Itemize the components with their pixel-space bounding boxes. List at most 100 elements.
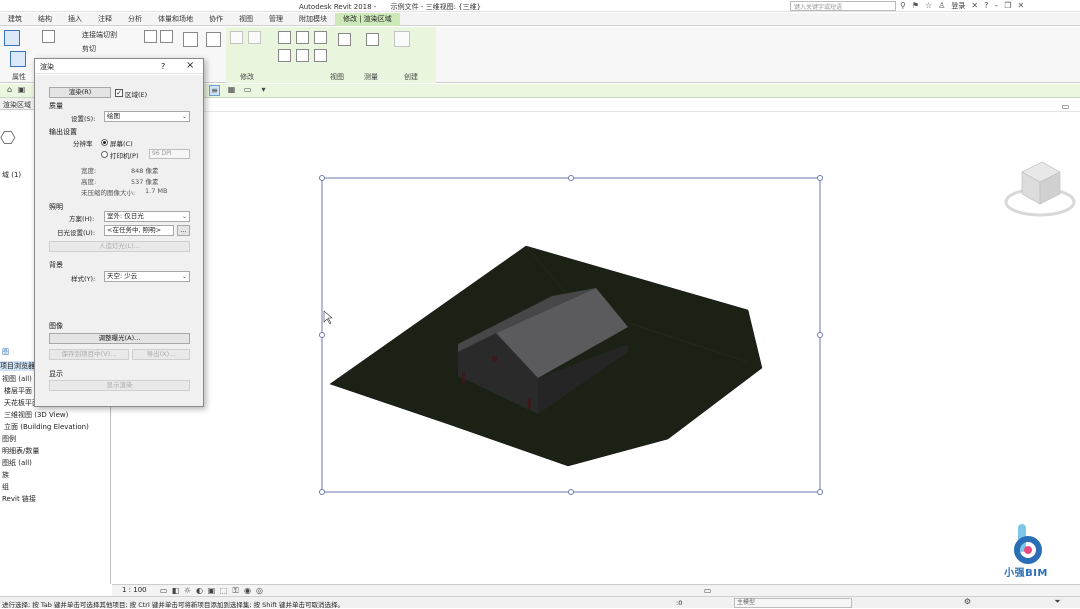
export-button[interactable]: 导出(X)... bbox=[132, 349, 190, 360]
list-view-icon[interactable]: ≡ bbox=[209, 85, 220, 96]
tab-structure[interactable]: 结构 bbox=[30, 14, 60, 24]
tab-modify-render-region[interactable]: 修改 | 渲染区域 bbox=[335, 12, 400, 26]
select-links-icon[interactable]: ⚙ bbox=[962, 597, 973, 608]
region-handle-ml[interactable] bbox=[319, 332, 325, 338]
dialog-body: 渲染(R) ✓ 区域(E) 质量 设置(S): 绘图 ⌄ 输出设置 分辨率 屏幕(… bbox=[35, 75, 203, 406]
region-handle-bl[interactable] bbox=[319, 489, 325, 495]
render-button[interactable]: 渲染(R) bbox=[49, 87, 111, 98]
login-link[interactable]: 登录 bbox=[951, 1, 965, 11]
copy-element-icon[interactable] bbox=[296, 31, 309, 44]
worksets-value[interactable]: :0 bbox=[676, 599, 682, 607]
mirror-icon[interactable] bbox=[230, 31, 243, 44]
tab-view[interactable]: 视图 bbox=[231, 14, 261, 24]
scheme-select-value: 室外: 仅日光 bbox=[107, 212, 144, 220]
tab-annotate[interactable]: 注释 bbox=[90, 14, 120, 24]
browser-tree-item[interactable]: 组 bbox=[2, 482, 9, 492]
align-icon[interactable] bbox=[183, 32, 198, 47]
create-icon[interactable] bbox=[394, 31, 410, 47]
pin-icon[interactable] bbox=[314, 49, 327, 62]
browser-tree-item[interactable]: 立面 (Building Elevation) bbox=[4, 422, 89, 432]
paste-icon[interactable] bbox=[42, 30, 55, 43]
browser-tree-item[interactable]: 楼层平面 bbox=[4, 386, 32, 396]
sun-setting-field[interactable]: <在任务中, 照明> bbox=[104, 225, 174, 236]
offset-icon[interactable] bbox=[206, 32, 221, 47]
scheme-select[interactable]: 室外: 仅日光 ⌄ bbox=[104, 211, 190, 222]
join-cut-button[interactable]: 连接端切割 bbox=[82, 30, 117, 40]
drawing-canvas[interactable] bbox=[112, 112, 1080, 584]
properties-instance[interactable]: 域 (1) bbox=[2, 170, 21, 180]
browser-tree-item[interactable]: Revit 链接 bbox=[2, 494, 36, 504]
help-button[interactable]: ? bbox=[161, 62, 165, 71]
exchange-icon[interactable]: ✕ bbox=[971, 1, 978, 11]
tab-collaborate[interactable]: 协作 bbox=[201, 14, 231, 24]
filter-icon[interactable]: ⏷ bbox=[1052, 597, 1063, 608]
region-handle-bm[interactable] bbox=[568, 489, 574, 495]
design-option-field[interactable]: 主模型 bbox=[734, 598, 852, 608]
background-style-select[interactable]: 天空: 少云 ⌄ bbox=[104, 271, 190, 282]
region-checkbox[interactable]: ✓ bbox=[115, 89, 123, 97]
screen-radio[interactable] bbox=[101, 139, 108, 146]
minimize-icon[interactable]: – bbox=[994, 1, 998, 11]
quality-select[interactable]: 绘图 ⌄ bbox=[104, 111, 190, 122]
tab-insert[interactable]: 插入 bbox=[60, 14, 90, 24]
browser-tree-item[interactable]: 图纸 (all) bbox=[2, 458, 32, 468]
properties-icon[interactable] bbox=[10, 51, 26, 67]
tab-architecture[interactable]: 建筑 bbox=[0, 14, 30, 24]
modify-tool-icon[interactable] bbox=[4, 30, 20, 46]
cut-button[interactable]: 剪切 bbox=[82, 44, 96, 54]
search-input[interactable]: 键入关键字或短语 bbox=[790, 1, 896, 11]
scale-icon[interactable] bbox=[296, 49, 309, 62]
array-icon[interactable] bbox=[278, 49, 291, 62]
tab-analyze[interactable]: 分析 bbox=[120, 14, 150, 24]
quick-open-icon[interactable]: ⌂ bbox=[4, 85, 15, 96]
tab-manage[interactable]: 管理 bbox=[261, 14, 291, 24]
sun-browse-button[interactable]: … bbox=[177, 225, 190, 236]
region-handle-tl[interactable] bbox=[319, 175, 325, 181]
door-left[interactable] bbox=[462, 372, 465, 383]
close-button[interactable]: × bbox=[186, 60, 194, 71]
scale-indicator[interactable]: 1 : 100 bbox=[122, 586, 147, 594]
measure-icon[interactable] bbox=[366, 33, 379, 46]
window-icon[interactable]: ▭ bbox=[242, 85, 253, 96]
model-view[interactable] bbox=[112, 112, 1080, 584]
adjust-exposure-button[interactable]: 调整曝光(A)... bbox=[49, 333, 190, 344]
tab-addins[interactable]: 附加模块 bbox=[291, 14, 335, 24]
cart-icon[interactable]: ⚑ bbox=[912, 1, 919, 11]
browser-tree-item[interactable]: 族 bbox=[2, 470, 9, 480]
quick-save-icon[interactable]: ▣ bbox=[16, 85, 27, 96]
printer-radio[interactable] bbox=[101, 151, 108, 158]
door-right[interactable] bbox=[528, 398, 531, 409]
browser-tree-item[interactable]: 图例 bbox=[2, 434, 16, 444]
region-handle-mr[interactable] bbox=[817, 332, 823, 338]
view-tab-strip: ▭ bbox=[112, 98, 1080, 112]
region-handle-tr[interactable] bbox=[817, 175, 823, 181]
close-icon[interactable]: ✕ bbox=[1018, 1, 1025, 11]
star-icon[interactable]: ☆ bbox=[925, 1, 932, 11]
logo-text: 小强BIM bbox=[1004, 568, 1048, 579]
save-to-project-button[interactable]: 保存到项目中(V)... bbox=[49, 349, 129, 360]
dropdown-icon[interactable]: ▾ bbox=[258, 85, 269, 96]
user-icon[interactable]: ♙ bbox=[938, 1, 945, 11]
browser-tree-item[interactable]: 三维视图 (3D View) bbox=[4, 410, 68, 420]
region-handle-tm[interactable] bbox=[568, 175, 574, 181]
browser-tree-item[interactable]: 视图 (all) bbox=[2, 374, 32, 384]
window-front[interactable] bbox=[492, 356, 497, 362]
hide-icon[interactable] bbox=[338, 33, 351, 46]
clipboard-icon[interactable] bbox=[160, 30, 173, 43]
tab-massing-site[interactable]: 体量和场地 bbox=[150, 14, 201, 24]
move-icon[interactable] bbox=[278, 31, 291, 44]
artificial-lights-button[interactable]: 人造灯光(L)... bbox=[49, 241, 190, 252]
restore-icon[interactable]: ❐ bbox=[1004, 1, 1011, 11]
properties-type-icon: ⎔ bbox=[0, 128, 16, 149]
render-view-icon[interactable]: ▦ bbox=[226, 85, 237, 96]
help-icon[interactable]: ? bbox=[984, 1, 988, 11]
region-handle-br[interactable] bbox=[817, 489, 823, 495]
show-rendering-button[interactable]: 显示渲染 bbox=[49, 380, 190, 391]
copy-icon[interactable] bbox=[144, 30, 157, 43]
browser-tree-item[interactable]: 明细表/数量 bbox=[2, 446, 39, 456]
rotate-icon[interactable] bbox=[314, 31, 327, 44]
dpi-field[interactable]: 96 DPI bbox=[149, 149, 190, 159]
split-icon[interactable] bbox=[248, 31, 261, 44]
view-cube[interactable] bbox=[1004, 161, 1076, 217]
binoculars-icon[interactable]: ⚲ bbox=[900, 1, 906, 11]
